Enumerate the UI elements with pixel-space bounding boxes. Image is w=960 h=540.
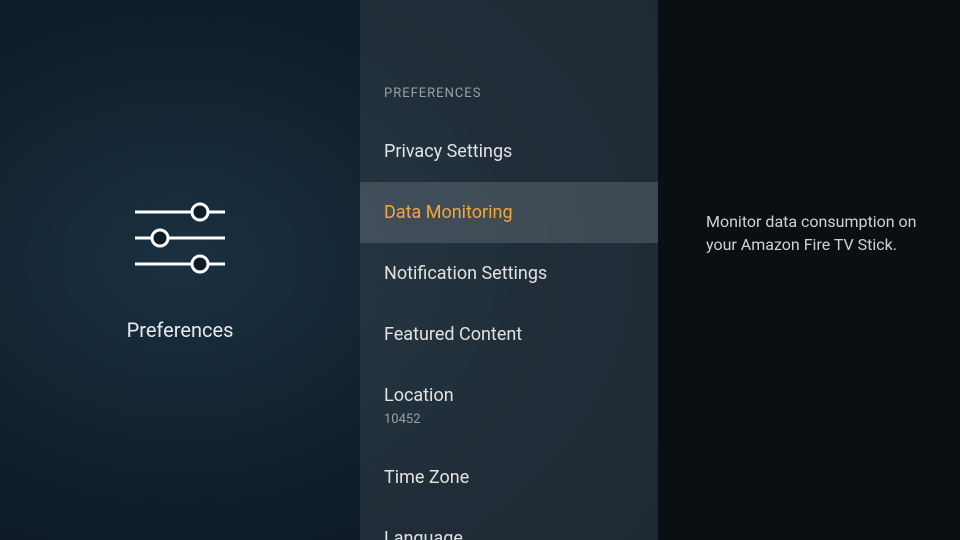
menu-item-label: Privacy Settings: [384, 141, 512, 162]
menu-item-featured-content[interactable]: Featured Content: [360, 304, 658, 365]
menu-pane: PREFERENCES Privacy Settings Data Monito…: [360, 0, 658, 540]
menu-item-location[interactable]: Location 10452: [360, 365, 658, 447]
menu-item-label: Language: [384, 528, 463, 540]
page-title: Preferences: [127, 318, 234, 342]
menu-item-notification-settings[interactable]: Notification Settings: [360, 243, 658, 304]
left-pane: Preferences: [0, 0, 360, 540]
menu-item-language[interactable]: Language: [360, 508, 658, 540]
menu-item-label: Time Zone: [384, 467, 469, 488]
menu-item-data-monitoring[interactable]: Data Monitoring: [360, 182, 658, 243]
sliders-icon: [130, 198, 230, 278]
detail-description: Monitor data consumption on your Amazon …: [706, 210, 920, 256]
menu-item-label: Featured Content: [384, 324, 522, 345]
menu-item-time-zone[interactable]: Time Zone: [360, 447, 658, 508]
menu-item-label: Notification Settings: [384, 263, 547, 284]
menu-item-privacy-settings[interactable]: Privacy Settings: [360, 121, 658, 182]
menu-header: PREFERENCES: [360, 86, 658, 121]
detail-pane: Monitor data consumption on your Amazon …: [658, 0, 960, 540]
menu-item-label: Data Monitoring: [384, 202, 513, 223]
menu-item-label: Location: [384, 385, 454, 406]
menu-item-subvalue: 10452: [384, 412, 634, 427]
